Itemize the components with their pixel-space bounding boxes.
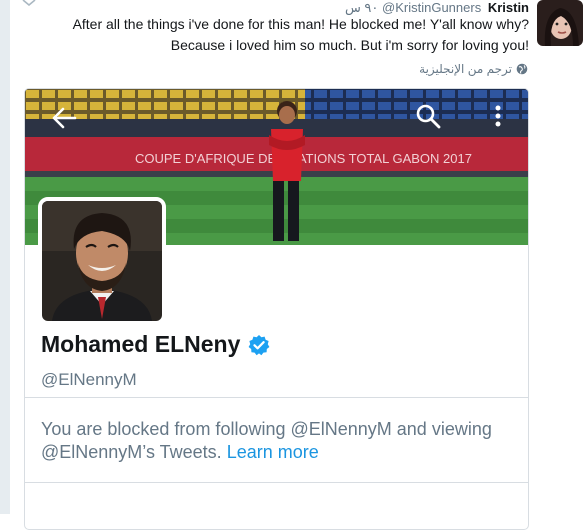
divider xyxy=(25,482,528,483)
display-name-text: Mohamed ELNeny xyxy=(41,331,241,357)
profile-handle: @ElNennyM xyxy=(41,370,137,389)
more-vertical-icon[interactable] xyxy=(489,103,507,129)
chevron-down-icon[interactable] xyxy=(22,0,36,6)
tweet-time[interactable]: ٩٠ س xyxy=(345,0,378,15)
tweet-text-line: Because i loved him so much. But i'm sor… xyxy=(170,37,529,53)
learn-more-link[interactable]: Learn more xyxy=(227,442,319,462)
search-icon[interactable] xyxy=(415,103,441,129)
tweet-author-name[interactable]: Kristin xyxy=(488,0,529,15)
author-avatar[interactable] xyxy=(537,0,583,46)
divider xyxy=(25,397,528,398)
banner-sign-text: COUPE D'AFRIQUE DES NATIONS TOTAL GABON … xyxy=(135,151,472,166)
tweet-text-line: After all the things i've done for this … xyxy=(72,16,529,32)
verified-badge-icon xyxy=(248,334,270,355)
tweet-author-handle[interactable]: @KristinGunners xyxy=(382,0,481,15)
profile-card: COUPE D'AFRIQUE DES NATIONS TOTAL GABON … xyxy=(24,88,529,530)
translate-link[interactable]: ترجم من الإنجليزية xyxy=(419,62,528,76)
left-gutter xyxy=(0,0,10,514)
translate-label[interactable]: ترجم من الإنجليزية xyxy=(419,62,512,76)
tweet-text: After all the things i've done for this … xyxy=(59,14,529,56)
arrow-left-icon[interactable] xyxy=(51,105,77,131)
profile-display-name: Mohamed ELNeny xyxy=(41,331,270,358)
globe-icon xyxy=(516,63,528,75)
profile-avatar[interactable] xyxy=(38,197,166,325)
blocked-notice: You are blocked from following @ElNennyM… xyxy=(41,418,511,464)
